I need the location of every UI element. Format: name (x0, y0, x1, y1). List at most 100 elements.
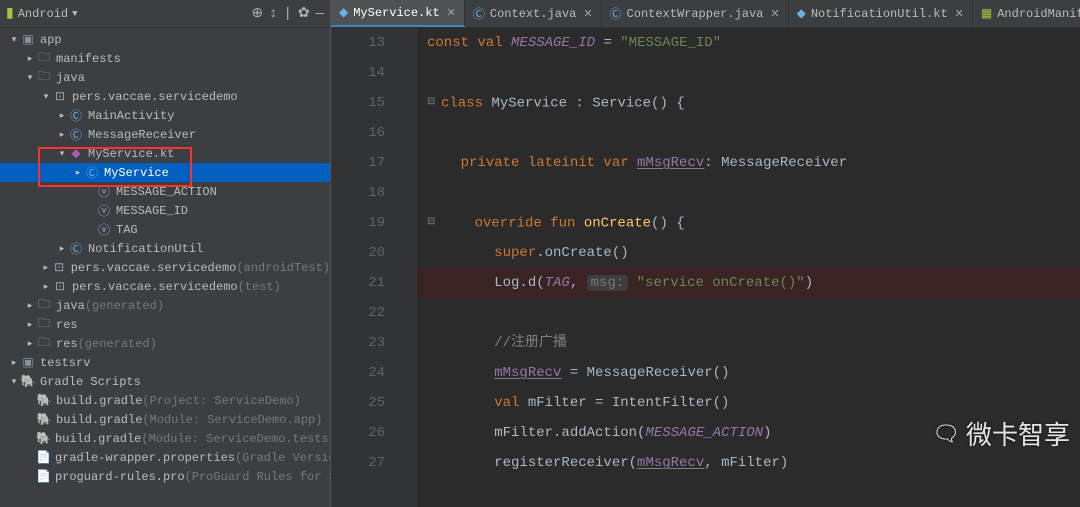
line-number[interactable]: 15 (331, 88, 385, 118)
close-tab-icon[interactable]: ✕ (955, 7, 964, 21)
tree-msgid[interactable]: ⓥMESSAGE_ID (0, 201, 330, 220)
code-line[interactable]: mMsgRecv = MessageReceiver() (417, 358, 1080, 388)
line-number[interactable]: 21 (331, 268, 385, 298)
collapse-caret-icon[interactable]: ▸ (24, 339, 36, 349)
fold-icon[interactable]: ⊟ (427, 208, 437, 238)
tree-label: MESSAGE_ID (116, 204, 188, 218)
expand-caret-icon[interactable]: ▾ (40, 92, 52, 102)
tree-label: pers.vaccae.servicedemo (72, 90, 238, 104)
collapse-caret-icon[interactable]: ▸ (40, 282, 52, 292)
line-number[interactable]: 26 (331, 418, 385, 448)
line-number[interactable]: 25 (331, 388, 385, 418)
tree-java[interactable]: ▾🗀java (0, 68, 330, 87)
class-icon: Ⓒ (84, 164, 100, 181)
expand-caret-icon[interactable]: ▾ (8, 377, 20, 387)
close-tab-icon[interactable]: ✕ (583, 7, 592, 21)
res-folder-icon: 🗀 (36, 314, 52, 335)
collapse-caret-icon[interactable]: ▸ (24, 320, 36, 330)
collapse-caret-icon[interactable]: ▸ (8, 358, 20, 368)
line-number[interactable]: 13 (331, 28, 385, 58)
package-icon: ⊡ (52, 279, 68, 294)
close-tab-icon[interactable]: ✕ (770, 7, 779, 21)
tree-buildgradle-project[interactable]: 🐘build.gradle (Project: ServiceDemo) (0, 391, 330, 410)
line-number[interactable]: 18 (331, 178, 385, 208)
expand-caret-icon[interactable]: ▾ (8, 35, 20, 45)
project-sidebar: ▮ Android ▼ ⊕ ↕ | ✿ — ▾▣app ▸🗀manifests … (0, 0, 330, 507)
code-line[interactable] (417, 58, 1080, 88)
tree-res[interactable]: ▸🗀 res (0, 315, 330, 334)
tree-java-gen[interactable]: ▸🗀java (generated) (0, 296, 330, 315)
tree-notificationutil[interactable]: ▸ⒸNotificationUtil (0, 239, 330, 258)
tree-package[interactable]: ▾⊡pers.vaccae.servicedemo (0, 87, 330, 106)
tree-testsrv[interactable]: ▸▣testsrv (0, 353, 330, 372)
tree-label: pers.vaccae.servicedemo (72, 280, 238, 294)
code-line[interactable]: ⊟class MyService : Service() { (417, 88, 1080, 118)
code-line[interactable]: super.onCreate() (417, 238, 1080, 268)
code-line-breakpoint[interactable]: Log.d(TAG, msg: "service onCreate()") (417, 268, 1080, 298)
code-line[interactable]: val mFilter = IntentFilter() (417, 388, 1080, 418)
tab-context[interactable]: ⒸContext.java✕ (465, 0, 602, 27)
settings-icon[interactable]: ✿ (298, 5, 310, 22)
tree-pkg-androidtest[interactable]: ▸⊡pers.vaccae.servicedemo (androidTest) (0, 258, 330, 277)
tree-pkg-test[interactable]: ▸⊡pers.vaccae.servicedemo (test) (0, 277, 330, 296)
tree-buildgradle-app[interactable]: 🐘build.gradle (Module: ServiceDemo.app) (0, 410, 330, 429)
sort-icon[interactable]: ↕ (269, 5, 277, 22)
target-icon[interactable]: ⊕ (251, 5, 263, 22)
call: registerReceiver( (427, 455, 637, 471)
code-line[interactable]: ⊟ override fun onCreate() { (417, 208, 1080, 238)
const-ref: TAG (545, 275, 570, 291)
collapse-caret-icon[interactable]: ▸ (56, 244, 68, 254)
tab-myservice[interactable]: ◆MyService.kt✕ (331, 0, 465, 27)
code-line[interactable] (417, 298, 1080, 328)
line-number-gutter[interactable]: 13 14 15 16 17 18 19 20 21 22 23 24 25 2… (331, 28, 393, 507)
tree-tag[interactable]: ⓥTAG (0, 220, 330, 239)
line-number[interactable]: 24 (331, 358, 385, 388)
code-line[interactable]: registerReceiver(mMsgRecv, mFilter) (417, 448, 1080, 478)
tab-contextwrapper[interactable]: ⒸContextWrapper.java✕ (602, 0, 789, 27)
tree-label: res (56, 318, 78, 332)
line-number[interactable]: 14 (331, 58, 385, 88)
tree-proguard[interactable]: 📄proguard-rules.pro (ProGuard Rules for … (0, 467, 330, 486)
close-tab-icon[interactable]: ✕ (447, 6, 456, 20)
collapse-caret-icon[interactable]: ▸ (72, 168, 84, 178)
tree-label: build.gradle (55, 432, 141, 446)
tree-manifests[interactable]: ▸🗀manifests (0, 49, 330, 68)
tree-buildgradle-testsrv[interactable]: 🐘build.gradle (Module: ServiceDemo.tests… (0, 429, 330, 448)
tree-msgaction[interactable]: ⓥMESSAGE_ACTION (0, 182, 330, 201)
line-number[interactable]: 17 (331, 148, 385, 178)
field-icon: ⓥ (96, 183, 112, 200)
tree-app[interactable]: ▾▣app (0, 30, 330, 49)
text: () { (651, 216, 685, 232)
tab-manifest[interactable]: ▦AndroidManifest.xml✕ (973, 0, 1080, 27)
code-line[interactable]: const val MESSAGE_ID = "MESSAGE_ID" (417, 28, 1080, 58)
line-number[interactable]: 20 (331, 238, 385, 268)
tree-mainactivity[interactable]: ▸ⒸMainActivity (0, 106, 330, 125)
collapse-caret-icon[interactable]: ▸ (56, 111, 68, 121)
tree-gradle-scripts[interactable]: ▾🐘Gradle Scripts (0, 372, 330, 391)
project-tree[interactable]: ▾▣app ▸🗀manifests ▾🗀java ▾⊡pers.vaccae.s… (0, 28, 330, 507)
line-number[interactable]: 27 (331, 448, 385, 478)
line-number[interactable]: 19 (331, 208, 385, 238)
line-number[interactable]: 16 (331, 118, 385, 148)
tree-myservicekt[interactable]: ▾◆MyService.kt (0, 144, 330, 163)
line-number[interactable]: 23 (331, 328, 385, 358)
collapse-caret-icon[interactable]: ▸ (56, 130, 68, 140)
expand-caret-icon[interactable]: ▾ (56, 149, 68, 159)
fold-icon[interactable]: ⊟ (427, 88, 437, 118)
tree-myservice[interactable]: ▸ⒸMyService (0, 163, 330, 182)
collapse-caret-icon[interactable]: ▸ (24, 54, 36, 64)
code-line[interactable] (417, 118, 1080, 148)
tree-gradle-wrapper[interactable]: 📄gradle-wrapper.properties (Gradle Versi… (0, 448, 330, 467)
expand-caret-icon[interactable]: ▾ (24, 73, 36, 83)
tree-res-gen[interactable]: ▸🗀res (generated) (0, 334, 330, 353)
line-number[interactable]: 22 (331, 298, 385, 328)
project-view-title[interactable]: Android ▼ (18, 7, 78, 21)
collapse-caret-icon[interactable]: ▸ (24, 301, 36, 311)
code-line[interactable] (417, 178, 1080, 208)
tab-notificationutil[interactable]: ◆NotificationUtil.kt✕ (789, 0, 973, 27)
minimize-icon[interactable]: — (316, 5, 324, 22)
code-line[interactable]: private lateinit var mMsgRecv: MessageRe… (417, 148, 1080, 178)
collapse-caret-icon[interactable]: ▸ (40, 263, 51, 273)
tree-messagereceiver[interactable]: ▸ⒸMessageReceiver (0, 125, 330, 144)
code-line[interactable]: //注册广播 (417, 328, 1080, 358)
